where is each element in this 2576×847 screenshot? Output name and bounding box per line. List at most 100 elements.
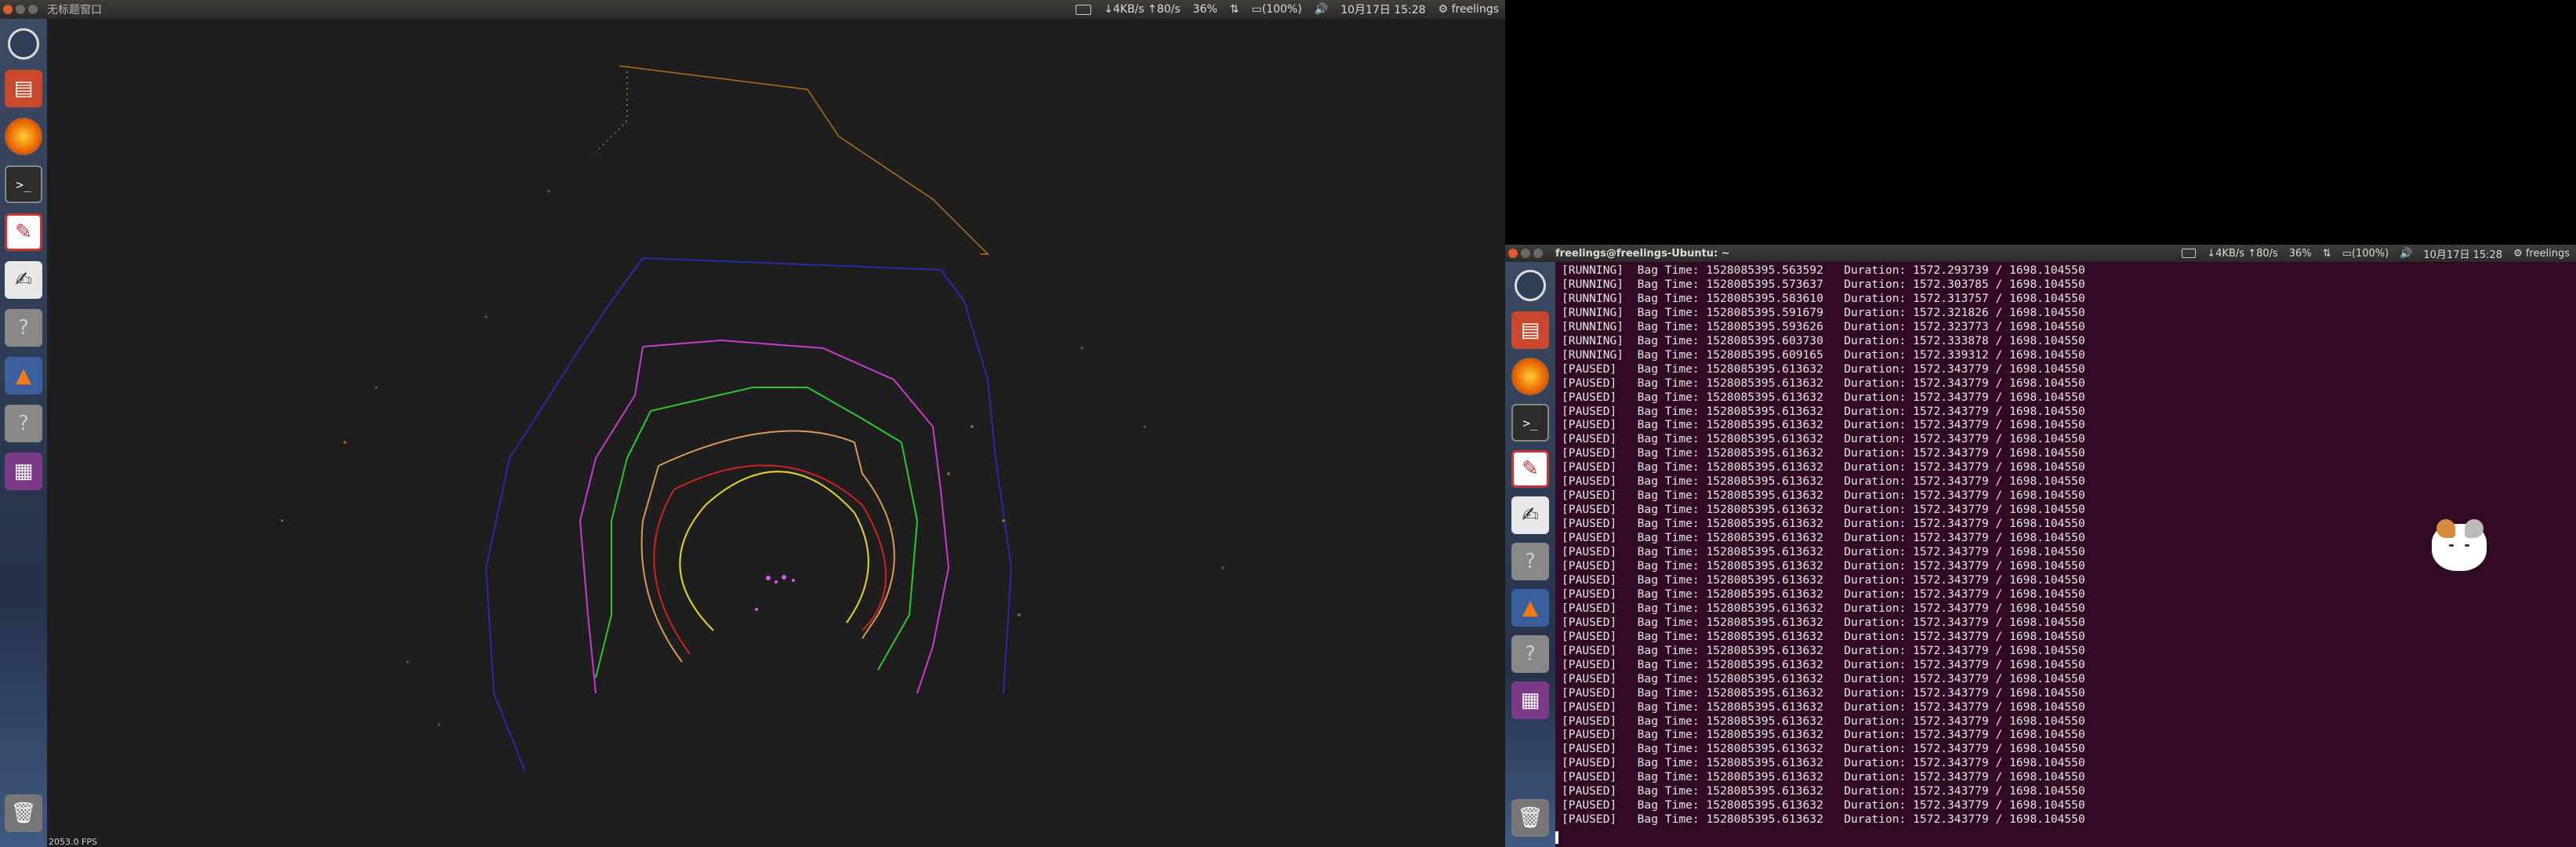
gear-icon: ⚙ <box>1438 3 1449 16</box>
battery-indicator-2[interactable]: ▭(100%) <box>2342 248 2389 260</box>
fps-counter: 2053.0 FPS <box>49 837 97 847</box>
network-speed-2[interactable]: ↓4KB/s ↑80/s <box>2207 248 2277 260</box>
terminal-line: [PAUSED] Bag Time: 1528085395.613632 Dur… <box>1562 770 2085 784</box>
text-editor-icon-2[interactable]: ✍ <box>1511 496 1549 534</box>
contour-orange-left <box>595 66 628 153</box>
workspaces-icon-2[interactable]: ▦ <box>1511 682 1549 719</box>
terminal-line: [RUNNING] Bag Time: 1528085395.583610 Du… <box>1562 291 2085 305</box>
cpu-usage[interactable]: 36% <box>1193 3 1217 16</box>
terminal-line: [PAUSED] Bag Time: 1528085395.613632 Dur… <box>1562 587 2085 601</box>
top-panel-left: 无标题窗口 ↓4KB/s ↑80/s 36% ⇅ ▭(100%) 🔊 10月17… <box>0 0 1505 19</box>
gedit-icon-2[interactable]: ✎ <box>1511 450 1549 488</box>
network-speed[interactable]: ↓4KB/s ↑80/s <box>1104 3 1180 16</box>
clock-2[interactable]: 10月17日 15:28 <box>2423 246 2502 261</box>
contour-red <box>653 464 887 655</box>
cpu-usage-2[interactable]: 36% <box>2289 248 2312 260</box>
trash-icon[interactable]: 🗑 <box>5 794 42 832</box>
terminal-line: [PAUSED] Bag Time: 1528085395.613632 Dur… <box>1562 601 2085 615</box>
terminal-icon[interactable]: >_ <box>5 165 42 203</box>
terminal-line: [PAUSED] Bag Time: 1528085395.613632 Dur… <box>1562 671 2085 685</box>
volume-icon[interactable]: 🔊 <box>1315 3 1328 16</box>
matlab-icon[interactable]: ▲ <box>5 357 42 394</box>
volume-icon-2[interactable]: 🔊 <box>2400 248 2412 260</box>
terminal-line: [PAUSED] Bag Time: 1528085395.613632 Dur… <box>1562 545 2085 559</box>
terminal-line: [PAUSED] Bag Time: 1528085395.613632 Dur… <box>1562 714 2085 728</box>
files-icon-2[interactable]: ▤ <box>1511 311 1549 349</box>
terminal-line: [RUNNING] Bag Time: 1528085395.591679 Du… <box>1562 305 2085 319</box>
window-minimize-button[interactable] <box>16 5 25 14</box>
unknown-app-icon-2[interactable]: ? <box>5 405 42 442</box>
terminal-line: [PAUSED] Bag Time: 1528085395.613632 Dur… <box>1562 812 2085 827</box>
firefox-icon[interactable] <box>5 118 42 155</box>
terminal-line: [PAUSED] Bag Time: 1528085395.613632 Dur… <box>1562 657 2085 671</box>
terminal-line: [PAUSED] Bag Time: 1528085395.613632 Dur… <box>1562 728 2085 742</box>
terminal-minimize-button[interactable] <box>1521 249 1530 258</box>
keyboard-icon-2[interactable] <box>2182 249 2197 258</box>
pointcloud-canvas[interactable] <box>47 19 1505 847</box>
terminal-line: [RUNNING] Bag Time: 1528085395.603730 Du… <box>1562 333 2085 347</box>
terminal-cursor <box>1555 831 1558 844</box>
session-menu-2[interactable]: ⚙ freelings <box>2513 248 2570 260</box>
terminal-line: [PAUSED] Bag Time: 1528085395.613632 Dur… <box>1562 460 2085 474</box>
battery-level-2: (100%) <box>2351 247 2389 260</box>
terminal-line: [PAUSED] Bag Time: 1528085395.613632 Dur… <box>1562 474 2085 489</box>
terminal-line: [PAUSED] Bag Time: 1528085395.613632 Dur… <box>1562 742 2085 756</box>
unknown-app-icon-3[interactable]: ? <box>1511 543 1549 580</box>
terminal-line: [RUNNING] Bag Time: 1528085395.563592 Du… <box>1562 264 2085 277</box>
dash-icon-2[interactable] <box>1515 270 1546 301</box>
battery-level: (100%) <box>1261 3 1302 16</box>
dash-icon[interactable] <box>8 28 39 60</box>
gedit-icon[interactable]: ✎ <box>5 213 42 251</box>
terminal-line: [PAUSED] Bag Time: 1528085395.613632 Dur… <box>1562 573 2085 587</box>
terminal-line: [RUNNING] Bag Time: 1528085395.609165 Du… <box>1562 347 2085 362</box>
window-maximize-button[interactable] <box>28 5 38 14</box>
firefox-icon-2[interactable] <box>1511 358 1549 395</box>
terminal-line: [RUNNING] Bag Time: 1528085395.593626 Du… <box>1562 319 2085 333</box>
gear-icon-2: ⚙ <box>2513 247 2523 260</box>
top-panel-right: freelings@freelings-Ubuntu: ~ ↓4KB/s ↑80… <box>1505 245 2576 262</box>
trash-icon-2[interactable]: 🗑 <box>1511 799 1549 837</box>
terminal-line: [PAUSED] Bag Time: 1528085395.613632 Dur… <box>1562 784 2085 798</box>
contour-yellow <box>679 471 869 631</box>
terminal-line: [PAUSED] Bag Time: 1528085395.613632 Dur… <box>1562 559 2085 573</box>
pointcloud-viewer[interactable]: 2053.0 FPS <box>47 19 1505 847</box>
contour-blue <box>484 257 1013 772</box>
unknown-app-icon[interactable]: ? <box>5 309 42 347</box>
terminal-line: [PAUSED] Bag Time: 1528085395.613632 Dur… <box>1562 503 2085 517</box>
session-menu[interactable]: ⚙ freelings <box>1439 3 1499 16</box>
terminal-line: [PAUSED] Bag Time: 1528085395.613632 Dur… <box>1562 531 2085 545</box>
network-icon-2[interactable]: ⇅ <box>2323 248 2331 260</box>
terminal-output[interactable]: [RUNNING] Bag Time: 1528085395.563592 Du… <box>1555 262 2576 847</box>
window-close-button[interactable] <box>3 5 13 14</box>
terminal-line: [PAUSED] Bag Time: 1528085395.613632 Dur… <box>1562 798 2085 812</box>
user-name-2: freelings <box>2525 247 2570 260</box>
terminal-line: [PAUSED] Bag Time: 1528085395.613632 Dur… <box>1562 432 2085 446</box>
terminal-line: [RUNNING] Bag Time: 1528085395.573637 Du… <box>1562 277 2085 291</box>
terminal-line: [PAUSED] Bag Time: 1528085395.613632 Dur… <box>1562 390 2085 404</box>
workspaces-icon[interactable]: ▦ <box>5 453 42 490</box>
terminal-line: [PAUSED] Bag Time: 1528085395.613632 Dur… <box>1562 700 2085 714</box>
files-icon[interactable]: ▤ <box>5 70 42 107</box>
battery-indicator[interactable]: ▭(100%) <box>1251 3 1301 16</box>
mascot-cat-image <box>2425 513 2493 576</box>
network-icon[interactable]: ⇅ <box>1230 3 1239 16</box>
terminal-icon-2[interactable]: >_ <box>1511 404 1549 442</box>
right-monitor-top <box>1505 0 2576 245</box>
window-title: 无标题窗口 <box>47 4 102 16</box>
unknown-app-icon-4[interactable]: ? <box>1511 635 1549 673</box>
terminal-line: [PAUSED] Bag Time: 1528085395.613632 Dur… <box>1562 615 2085 629</box>
terminal-line: [PAUSED] Bag Time: 1528085395.613632 Dur… <box>1562 643 2085 657</box>
terminal-line: [PAUSED] Bag Time: 1528085395.613632 Dur… <box>1562 517 2085 531</box>
terminal-maximize-button[interactable] <box>1533 249 1543 258</box>
terminal-line: [PAUSED] Bag Time: 1528085395.613632 Dur… <box>1562 756 2085 770</box>
terminal-line: [PAUSED] Bag Time: 1528085395.613632 Dur… <box>1562 489 2085 503</box>
terminal-line: [PAUSED] Bag Time: 1528085395.613632 Dur… <box>1562 685 2085 700</box>
matlab-icon-2[interactable]: ▲ <box>1511 589 1549 627</box>
terminal-line: [PAUSED] Bag Time: 1528085395.613632 Dur… <box>1562 446 2085 460</box>
terminal-close-button[interactable] <box>1508 249 1518 258</box>
text-editor-icon[interactable]: ✍ <box>5 261 42 299</box>
terminal-line: [PAUSED] Bag Time: 1528085395.613632 Dur… <box>1562 629 2085 643</box>
contour-orange-outer <box>619 65 989 255</box>
keyboard-icon[interactable] <box>1076 4 1092 15</box>
clock[interactable]: 10月17日 15:28 <box>1341 2 1425 17</box>
